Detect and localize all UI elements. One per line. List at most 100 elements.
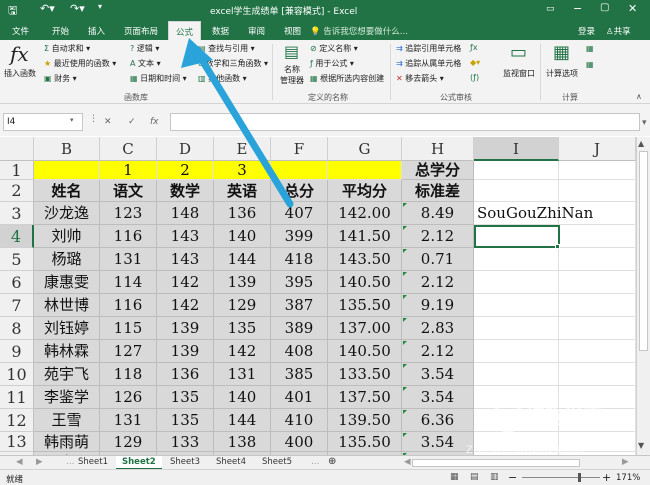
cell-g3[interactable]: 142.00 bbox=[328, 202, 402, 225]
cell-f13[interactable]: 400 bbox=[271, 432, 328, 452]
sheet-tab-4[interactable]: Sheet4 bbox=[210, 456, 252, 470]
redo-icon[interactable]: ↷▾ bbox=[70, 2, 85, 15]
zoom-level[interactable]: 171% bbox=[616, 473, 640, 483]
cell-j7[interactable] bbox=[559, 294, 636, 317]
cell-j2[interactable] bbox=[559, 180, 636, 202]
cell-f9[interactable]: 408 bbox=[271, 340, 328, 363]
scroll-down-icon[interactable]: ▼ bbox=[638, 441, 644, 450]
error-indicator-icon[interactable] bbox=[403, 226, 407, 230]
cell-g9[interactable]: 140.50 bbox=[328, 340, 402, 363]
insert-function-button[interactable]: 插入函数 bbox=[4, 68, 36, 79]
recent-functions-button[interactable]: ★ 最近使用的函数 ▾ bbox=[44, 58, 116, 69]
error-indicator-icon[interactable] bbox=[403, 203, 407, 207]
row-header-9[interactable]: 9 bbox=[0, 340, 34, 363]
trace-dependents-button[interactable]: ⇉ 追踪从属单元格 bbox=[396, 58, 461, 69]
cell-f5[interactable]: 418 bbox=[271, 248, 328, 271]
cell-e7[interactable]: 129 bbox=[214, 294, 271, 317]
cell-c12[interactable]: 131 bbox=[100, 409, 157, 432]
cell-g2[interactable]: 平均分 bbox=[328, 180, 402, 202]
cell-b9[interactable]: 韩林霖 bbox=[34, 340, 100, 363]
cell-h2[interactable]: 标准差 bbox=[402, 180, 474, 202]
collapse-ribbon-icon[interactable]: ∧ bbox=[636, 92, 642, 101]
cell-h8[interactable]: 2.83 bbox=[402, 317, 474, 340]
cell-i8[interactable] bbox=[474, 317, 559, 340]
cell-c10[interactable]: 118 bbox=[100, 363, 157, 386]
datetime-button[interactable]: ▦ 日期和时间 ▾ bbox=[130, 73, 187, 84]
prev-sheet-icon[interactable]: ◀ bbox=[10, 456, 29, 470]
normal-view-icon[interactable]: ▦ bbox=[450, 472, 459, 482]
math-trig-button[interactable]: θ 数学和三角函数 ▾ bbox=[198, 58, 268, 69]
cell-h6[interactable]: 2.12 bbox=[402, 271, 474, 294]
define-name-button[interactable]: ⊘ 定义名称 ▾ bbox=[310, 43, 358, 54]
cell-h11[interactable]: 3.54 bbox=[402, 386, 474, 409]
cell-g11[interactable]: 137.50 bbox=[328, 386, 402, 409]
cell-h7[interactable]: 9.19 bbox=[402, 294, 474, 317]
sheet-tab-3[interactable]: Sheet3 bbox=[164, 456, 206, 470]
evaluate-formula-icon[interactable]: (ƒ) bbox=[470, 73, 479, 82]
cell-h10[interactable]: 3.54 bbox=[402, 363, 474, 386]
zoom-out-icon[interactable]: − bbox=[508, 471, 517, 484]
cell-h1[interactable]: 总学分 bbox=[402, 161, 474, 180]
next-sheet-icon[interactable]: ▶ bbox=[30, 456, 49, 470]
more-functions-button[interactable]: ▥ 其他函数 ▾ bbox=[198, 73, 247, 84]
customize-qat-icon[interactable]: ▾ bbox=[98, 2, 102, 11]
row-header-3[interactable]: 3 bbox=[0, 202, 34, 225]
cell-d8[interactable]: 139 bbox=[157, 317, 214, 340]
show-formulas-icon[interactable]: ƒx bbox=[470, 43, 478, 52]
trace-precedents-button[interactable]: ⇉ 追踪引用单元格 bbox=[396, 43, 461, 54]
cell-j1[interactable] bbox=[559, 161, 636, 180]
cell-c13[interactable]: 129 bbox=[100, 432, 157, 452]
add-sheet-icon[interactable]: ⊕ bbox=[322, 456, 342, 470]
error-indicator-icon[interactable] bbox=[403, 341, 407, 345]
tell-me-search[interactable]: 💡 告诉我您想要做什么... bbox=[310, 25, 408, 37]
lookup-button[interactable]: ▤ 查找与引用 ▾ bbox=[198, 43, 255, 54]
name-manager-icon[interactable]: ▤ bbox=[284, 42, 299, 61]
cell-j5[interactable] bbox=[559, 248, 636, 271]
column-header-f[interactable]: F bbox=[271, 137, 328, 161]
calc-sheet-icon[interactable]: ▦ bbox=[586, 60, 594, 69]
cell-d12[interactable]: 135 bbox=[157, 409, 214, 432]
cell-d11[interactable]: 135 bbox=[157, 386, 214, 409]
cell-j10[interactable] bbox=[559, 363, 636, 386]
cell-b4[interactable]: 刘帅 bbox=[34, 225, 100, 248]
column-header-g[interactable]: G bbox=[328, 137, 402, 161]
column-header-i[interactable]: I bbox=[474, 137, 559, 161]
horizontal-scrollbar-thumb[interactable] bbox=[412, 459, 580, 467]
cell-e4[interactable]: 140 bbox=[214, 225, 271, 248]
error-indicator-icon[interactable] bbox=[403, 433, 407, 437]
tab-formulas[interactable]: 公式 bbox=[168, 21, 202, 40]
cell-f2[interactable]: 总分 bbox=[271, 180, 328, 202]
error-indicator-icon[interactable] bbox=[403, 318, 407, 322]
cell-e3[interactable]: 136 bbox=[214, 202, 271, 225]
error-indicator-icon[interactable] bbox=[403, 410, 407, 414]
cell-b1[interactable] bbox=[34, 161, 100, 180]
column-header-d[interactable]: D bbox=[157, 137, 214, 161]
enter-icon[interactable]: ✓ bbox=[128, 117, 136, 127]
formula-input[interactable] bbox=[170, 113, 640, 131]
error-indicator-icon[interactable] bbox=[403, 387, 407, 391]
cell-e6[interactable]: 139 bbox=[214, 271, 271, 294]
cell-j4[interactable] bbox=[559, 225, 636, 248]
cell-g5[interactable]: 143.50 bbox=[328, 248, 402, 271]
zoom-slider-thumb[interactable] bbox=[578, 473, 581, 482]
cell-i13[interactable] bbox=[474, 432, 559, 452]
row-header-5[interactable]: 5 bbox=[0, 248, 34, 271]
cell-j12[interactable] bbox=[559, 409, 636, 432]
cell-d5[interactable]: 143 bbox=[157, 248, 214, 271]
watch-window-button[interactable]: 监视窗口 bbox=[503, 68, 535, 79]
save-icon[interactable]: 🖫 bbox=[8, 2, 17, 21]
cell-e13[interactable]: 138 bbox=[214, 432, 271, 452]
chevron-down-icon[interactable]: ▾ bbox=[70, 116, 74, 124]
cancel-icon[interactable]: ✕ bbox=[104, 117, 112, 127]
row-header-12[interactable]: 12 bbox=[0, 409, 34, 432]
logical-button[interactable]: ? 逻辑 ▾ bbox=[130, 43, 159, 54]
cell-j6[interactable] bbox=[559, 271, 636, 294]
cell-b12[interactable]: 王雪 bbox=[34, 409, 100, 432]
vertical-scrollbar[interactable]: ▲ ▼ bbox=[636, 137, 650, 455]
tab-view[interactable]: 视图 bbox=[284, 25, 301, 37]
row-header-10[interactable]: 10 bbox=[0, 363, 34, 386]
cell-c1[interactable]: 1 bbox=[100, 161, 157, 180]
cell-b10[interactable]: 苑宇飞 bbox=[34, 363, 100, 386]
select-all-corner[interactable] bbox=[0, 137, 34, 161]
zoom-slider[interactable] bbox=[522, 477, 600, 478]
